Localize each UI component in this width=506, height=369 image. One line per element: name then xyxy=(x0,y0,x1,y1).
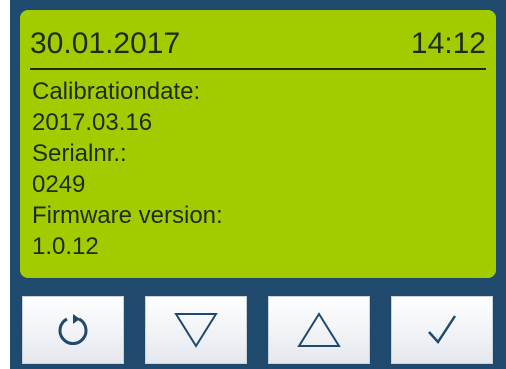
refresh-button[interactable] xyxy=(22,296,124,364)
device-info: Calibrationdate: 2017.03.16 Serialnr.: 0… xyxy=(32,76,223,262)
triangle-down-icon xyxy=(173,310,219,350)
time-display: 14:12 xyxy=(410,27,486,60)
date-display: 30.01.2017 xyxy=(30,27,181,60)
status-header: 30.01.2017 14:12 xyxy=(30,26,486,70)
device-frame: 30.01.2017 14:12 Calibrationdate: 2017.0… xyxy=(10,0,506,369)
checkmark-icon xyxy=(422,310,462,350)
up-button[interactable] xyxy=(268,296,370,364)
down-button[interactable] xyxy=(145,296,247,364)
calibration-date-value: 2017.03.16 xyxy=(32,109,153,136)
calibration-date-label: Calibrationdate: xyxy=(32,78,201,105)
refresh-icon xyxy=(51,308,95,352)
firmware-version-value: 1.0.12 xyxy=(32,233,99,260)
button-bar xyxy=(10,288,506,369)
triangle-up-icon xyxy=(296,310,342,350)
firmware-version-label: Firmware version: xyxy=(32,202,223,229)
serial-number-value: 0249 xyxy=(32,171,86,198)
confirm-button[interactable] xyxy=(391,296,493,364)
serial-number-label: Serialnr.: xyxy=(32,140,127,167)
lcd-screen: 30.01.2017 14:12 Calibrationdate: 2017.0… xyxy=(20,10,496,278)
